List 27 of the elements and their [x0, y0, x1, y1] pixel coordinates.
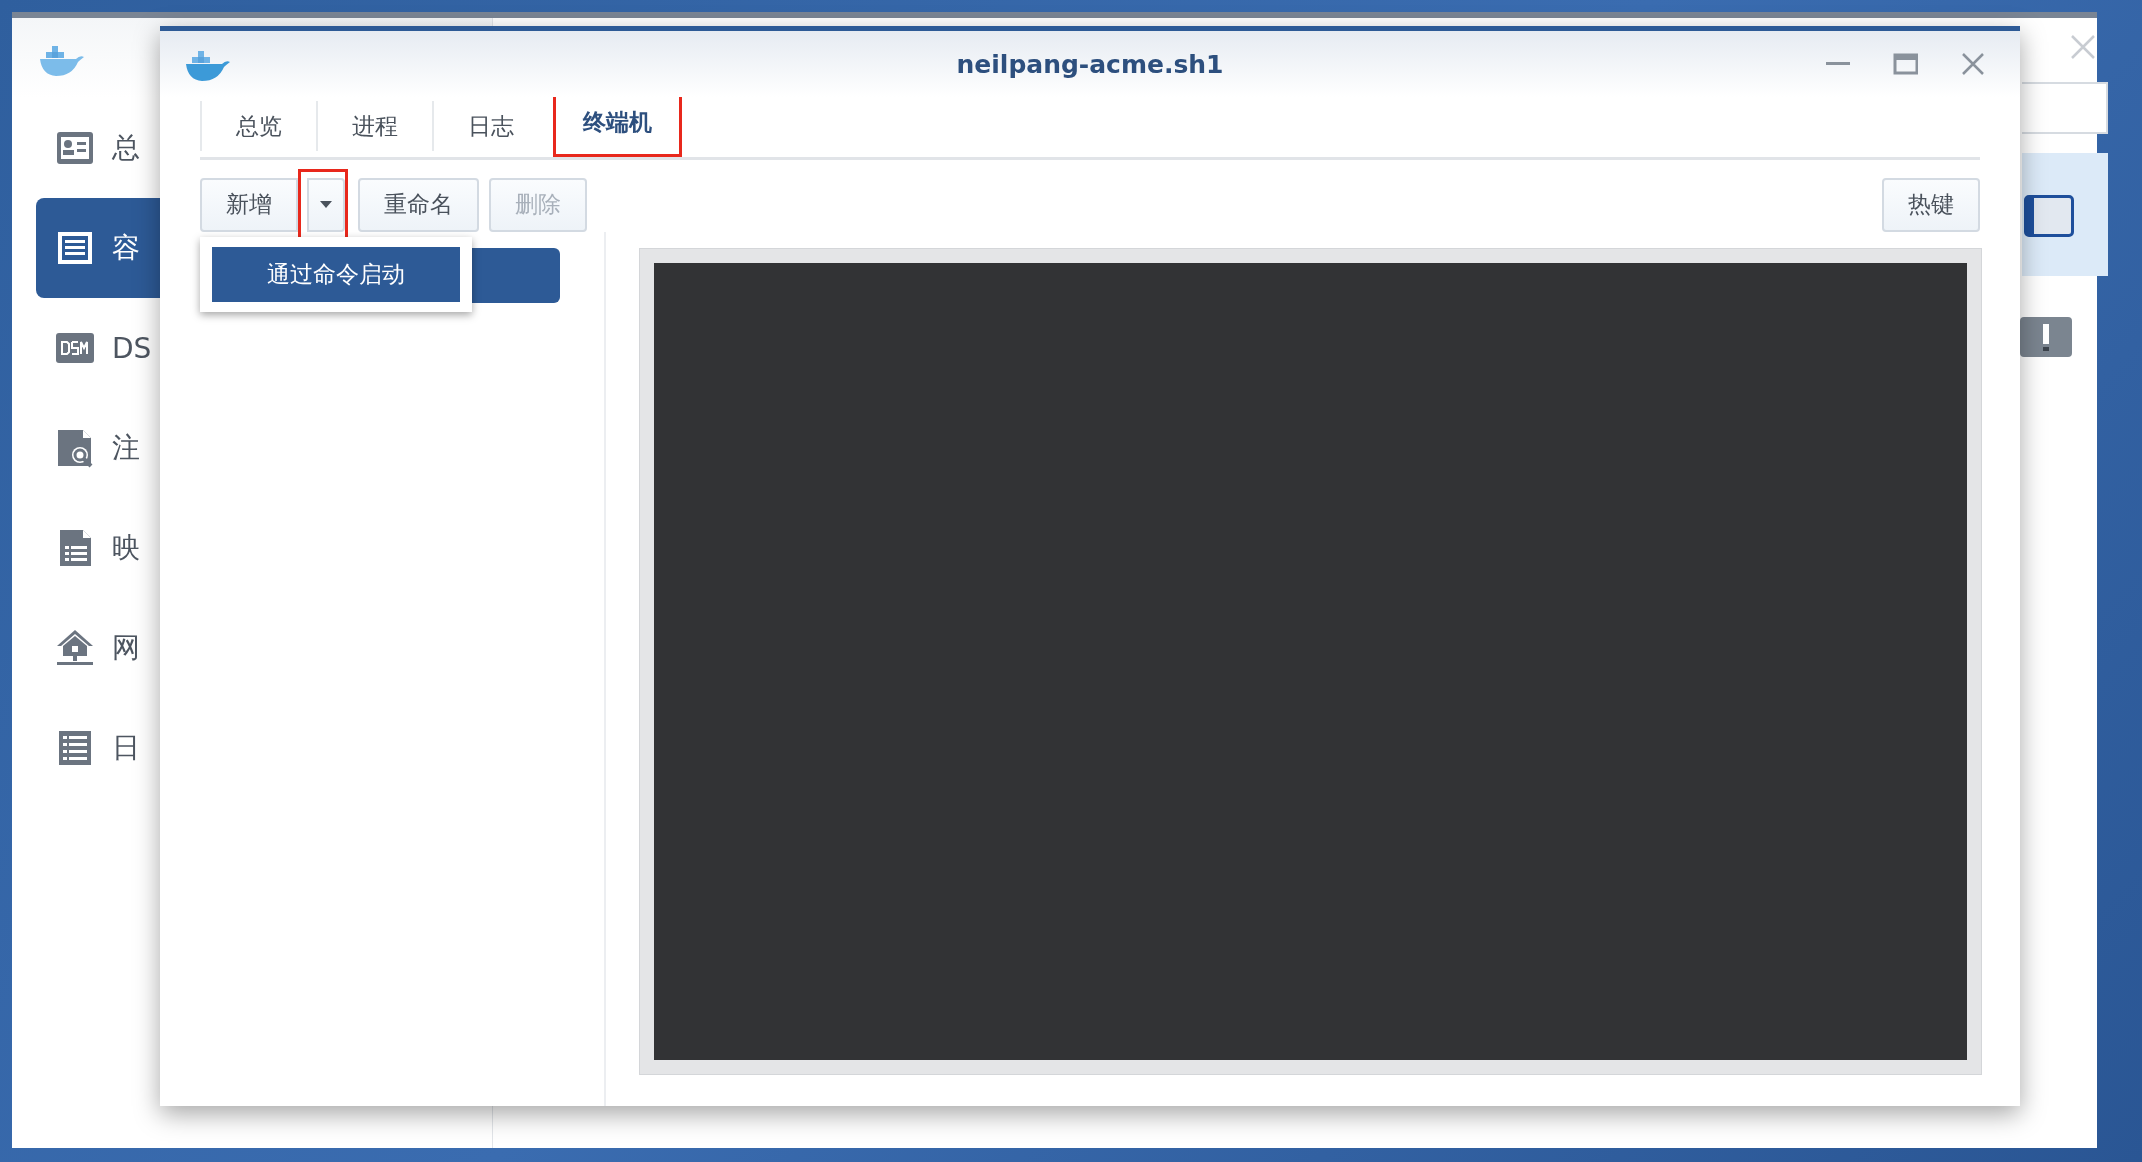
- sidebar-item[interactable]: DS: [36, 298, 160, 398]
- add-button[interactable]: 新增: [200, 177, 298, 232]
- sidebar-item[interactable]: 日: [36, 698, 160, 798]
- sidebar-item[interactable]: 网: [36, 598, 160, 698]
- close-icon[interactable]: [1960, 51, 1986, 77]
- sidebar-item[interactable]: 总: [36, 98, 160, 198]
- document-search-icon: [55, 428, 95, 468]
- toolbar-button[interactable]: 重命名: [358, 177, 479, 232]
- sidebar-item[interactable]: 容: [36, 198, 160, 298]
- tab[interactable]: 日志: [432, 101, 548, 151]
- dropdown-button[interactable]: [307, 177, 345, 232]
- tab[interactable]: 终端机: [560, 90, 675, 154]
- tab[interactable]: 进程: [316, 101, 432, 151]
- sidebar-item[interactable]: 映: [36, 498, 160, 598]
- caret-icon: [320, 201, 332, 208]
- sidebar-item[interactable]: 注: [36, 398, 160, 498]
- whale-icon: [184, 49, 232, 83]
- window-title: neilpang-acme.sh1: [956, 49, 1224, 79]
- tab[interactable]: 总览: [200, 101, 316, 151]
- input-field[interactable]: [2022, 82, 2108, 134]
- toggle-switch[interactable]: [2024, 195, 2074, 237]
- close-icon[interactable]: [2070, 34, 2096, 60]
- whale-icon: [38, 44, 86, 78]
- menu-item[interactable]: 通过命令启动: [212, 247, 460, 302]
- hotkey-button[interactable]: 热键: [1882, 177, 1980, 232]
- maximize-icon[interactable]: [1892, 51, 1918, 77]
- house-network-icon: [55, 628, 95, 668]
